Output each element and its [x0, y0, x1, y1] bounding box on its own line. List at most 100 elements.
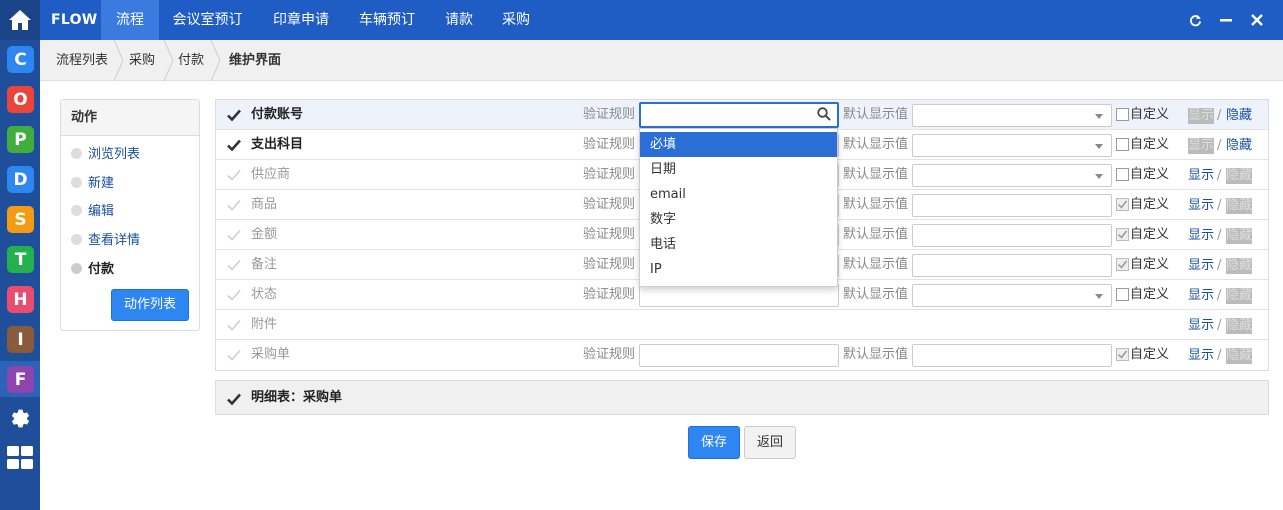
show-link[interactable]: 显示: [1188, 108, 1215, 124]
custom-checkbox[interactable]: [1116, 288, 1129, 301]
action-list-button[interactable]: 动作列表: [111, 289, 189, 321]
separator-slash: /: [1217, 138, 1222, 153]
hide-link[interactable]: 隐藏: [1226, 108, 1252, 124]
field-name: 支出科目: [251, 137, 304, 152]
hide-link[interactable]: 隐藏: [1226, 318, 1253, 334]
custom-checkbox[interactable]: [1116, 258, 1129, 271]
dropdown-option[interactable]: 电话: [640, 232, 837, 257]
nav-tab-meeting-room[interactable]: 会议室预订: [165, 0, 250, 40]
field-name: 金额: [251, 227, 278, 242]
validate-rule-input[interactable]: [639, 284, 839, 307]
close-icon[interactable]: [1247, 10, 1267, 30]
show-link[interactable]: 显示: [1188, 348, 1214, 364]
custom-checkbox[interactable]: [1116, 348, 1129, 361]
default-value-input[interactable]: [912, 194, 1112, 217]
action-item-payment[interactable]: 付款: [71, 260, 114, 280]
h-app-icon[interactable]: H: [7, 286, 34, 313]
show-link[interactable]: 显示: [1188, 168, 1214, 184]
default-value-input[interactable]: [912, 344, 1112, 367]
default-value-select[interactable]: [912, 164, 1112, 187]
show-link[interactable]: 显示: [1188, 198, 1214, 214]
check-icon[interactable]: [226, 167, 242, 183]
dropdown-option[interactable]: email: [640, 182, 837, 207]
custom-label: 自定义: [1130, 347, 1170, 362]
save-button[interactable]: 保存: [688, 426, 740, 459]
default-value-label: 默认显示值: [843, 167, 909, 182]
detail-table-section[interactable]: 明细表：采购单: [215, 380, 1269, 415]
nav-tab-payment-request[interactable]: 请款: [438, 0, 480, 40]
default-value-select[interactable]: [912, 134, 1112, 157]
check-icon[interactable]: [226, 317, 242, 333]
action-item-view-detail[interactable]: 查看详情: [71, 231, 140, 251]
nav-tab-vehicle[interactable]: 车辆预订: [352, 0, 422, 40]
i-app-icon[interactable]: I: [7, 326, 34, 353]
p-app-icon[interactable]: P: [7, 126, 34, 153]
detail-table-label: 明细表：采购单: [251, 390, 343, 405]
hide-link[interactable]: 隐藏: [1226, 138, 1252, 154]
d-app-icon[interactable]: D: [7, 166, 34, 193]
field-name: 备注: [251, 257, 278, 272]
custom-checkbox[interactable]: [1116, 168, 1129, 181]
check-icon[interactable]: [226, 227, 242, 243]
s-app-icon[interactable]: S: [7, 206, 34, 233]
nav-tab-seal[interactable]: 印章申请: [266, 0, 336, 40]
show-link[interactable]: 显示: [1188, 228, 1214, 244]
app-letter: F: [14, 369, 27, 390]
t-app-icon[interactable]: T: [7, 246, 34, 273]
default-value-select[interactable]: [912, 104, 1112, 127]
separator-slash: /: [1217, 108, 1222, 123]
grid-apps-icon[interactable]: [7, 446, 34, 470]
show-link[interactable]: 显示: [1188, 288, 1214, 304]
field-name: 供应商: [251, 167, 291, 182]
check-icon[interactable]: [226, 107, 242, 123]
action-item-browse-list[interactable]: 浏览列表: [71, 145, 140, 165]
show-link[interactable]: 显示: [1188, 318, 1214, 334]
back-button[interactable]: 返回: [744, 426, 796, 459]
field-name: 商品: [251, 197, 278, 212]
hide-link[interactable]: 隐藏: [1226, 348, 1253, 364]
validate-rule-input[interactable]: [639, 344, 839, 367]
breadcrumb-payment[interactable]: 付款: [178, 40, 204, 81]
check-icon[interactable]: [226, 137, 242, 153]
breadcrumb-purchase[interactable]: 采购: [129, 40, 155, 81]
hide-link[interactable]: 隐藏: [1226, 228, 1253, 244]
settings-gear-icon[interactable]: [8, 406, 33, 431]
action-item-new[interactable]: 新建: [71, 174, 114, 194]
show-link[interactable]: 显示: [1188, 258, 1214, 274]
c-app-icon[interactable]: C: [7, 46, 34, 73]
default-value-select[interactable]: [912, 284, 1112, 307]
nav-tab-flow[interactable]: 流程: [101, 0, 159, 40]
action-item-edit[interactable]: 编辑: [71, 202, 114, 222]
default-value-input[interactable]: [912, 224, 1112, 247]
dropdown-option[interactable]: IP: [640, 257, 837, 282]
breadcrumb: 流程列表 采购 付款 维护界面: [40, 40, 1283, 81]
check-icon[interactable]: [226, 347, 242, 363]
custom-checkbox[interactable]: [1116, 228, 1129, 241]
custom-checkbox[interactable]: [1116, 108, 1129, 121]
bullet-icon: [71, 234, 82, 245]
show-link[interactable]: 显示: [1188, 138, 1215, 154]
dropdown-option[interactable]: 数字: [640, 207, 837, 232]
minimize-icon[interactable]: [1216, 10, 1236, 30]
refresh-icon[interactable]: [1185, 10, 1205, 30]
default-value-input[interactable]: [912, 254, 1112, 277]
check-icon[interactable]: [226, 257, 242, 273]
field-name: 付款账号: [251, 107, 304, 122]
check-icon[interactable]: [226, 197, 242, 213]
custom-checkbox[interactable]: [1116, 198, 1129, 211]
breadcrumb-flow-list[interactable]: 流程列表: [56, 40, 108, 81]
check-icon[interactable]: [226, 391, 242, 407]
o-app-icon[interactable]: O: [7, 86, 34, 113]
hide-link[interactable]: 隐藏: [1226, 258, 1253, 274]
hide-link[interactable]: 隐藏: [1226, 198, 1253, 214]
dropdown-option[interactable]: 必填: [640, 132, 837, 157]
check-icon[interactable]: [226, 287, 242, 303]
hide-link[interactable]: 隐藏: [1226, 288, 1253, 304]
hide-link[interactable]: 隐藏: [1226, 168, 1253, 184]
dropdown-option[interactable]: 日期: [640, 157, 837, 182]
validate-rule-input[interactable]: [639, 102, 839, 128]
f-app-icon[interactable]: F: [7, 366, 34, 393]
home-icon[interactable]: [0, 0, 40, 40]
custom-checkbox[interactable]: [1116, 138, 1129, 151]
nav-tab-purchase[interactable]: 采购: [495, 0, 537, 40]
